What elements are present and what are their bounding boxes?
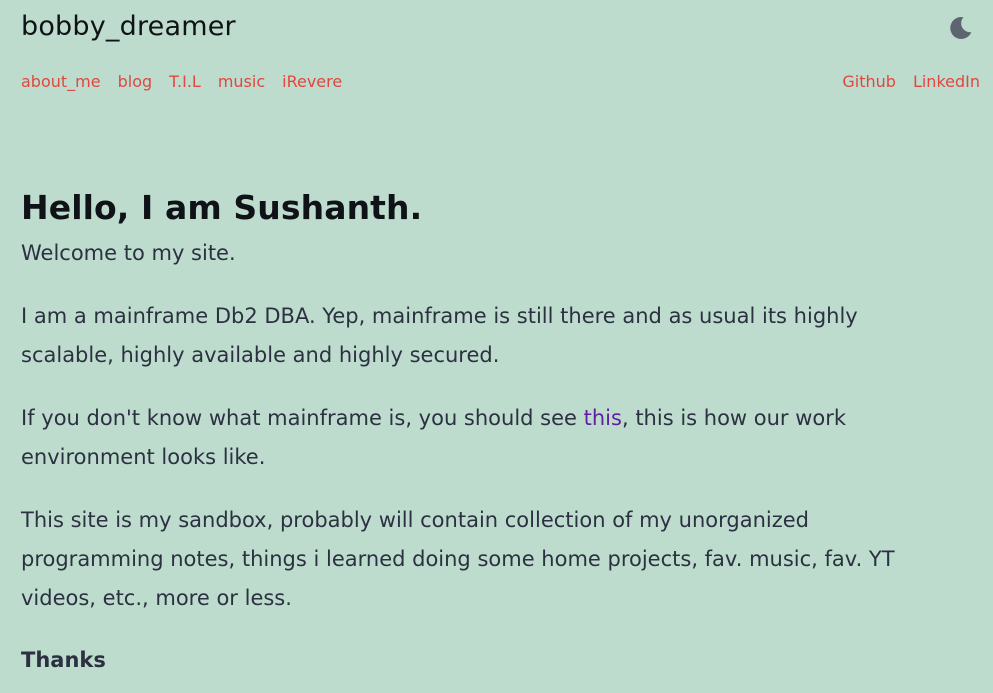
mainframe-link[interactable]: this (584, 406, 622, 430)
nav-link-linkedin[interactable]: LinkedIn (913, 72, 980, 91)
intro-paragraph: I am a mainframe Db2 DBA. Yep, mainframe… (21, 304, 858, 367)
sandbox-paragraph: This site is my sandbox, probably will c… (21, 508, 895, 610)
nav-link-about-me[interactable]: about_me (21, 72, 101, 91)
mainframe-paragraph: If you don't know what mainframe is, you… (21, 399, 921, 477)
moon-icon (950, 16, 972, 39)
site-brand[interactable]: bobby_dreamer (21, 11, 236, 42)
nav-link-github[interactable]: Github (842, 72, 896, 91)
primary-nav: about_me blog T.I.L music iRevere (21, 72, 359, 91)
nav-link-music[interactable]: music (218, 72, 265, 91)
mainframe-text-before: If you don't know what mainframe is, you… (21, 406, 584, 430)
social-nav: Github LinkedIn (825, 72, 980, 91)
main-content: Hello, I am Sushanth. Welcome to my site… (21, 186, 921, 693)
nav-link-til[interactable]: T.I.L (169, 72, 201, 91)
page-title: Hello, I am Sushanth. (21, 188, 423, 227)
nav-link-blog[interactable]: blog (118, 72, 153, 91)
thanks-text: Thanks (21, 648, 106, 672)
theme-toggle-button[interactable] (946, 14, 974, 42)
site-header: bobby_dreamer about_me blog T.I.L music … (0, 0, 993, 120)
nav-link-irevere[interactable]: iRevere (282, 72, 342, 91)
welcome-text: Welcome to my site. (21, 241, 236, 265)
